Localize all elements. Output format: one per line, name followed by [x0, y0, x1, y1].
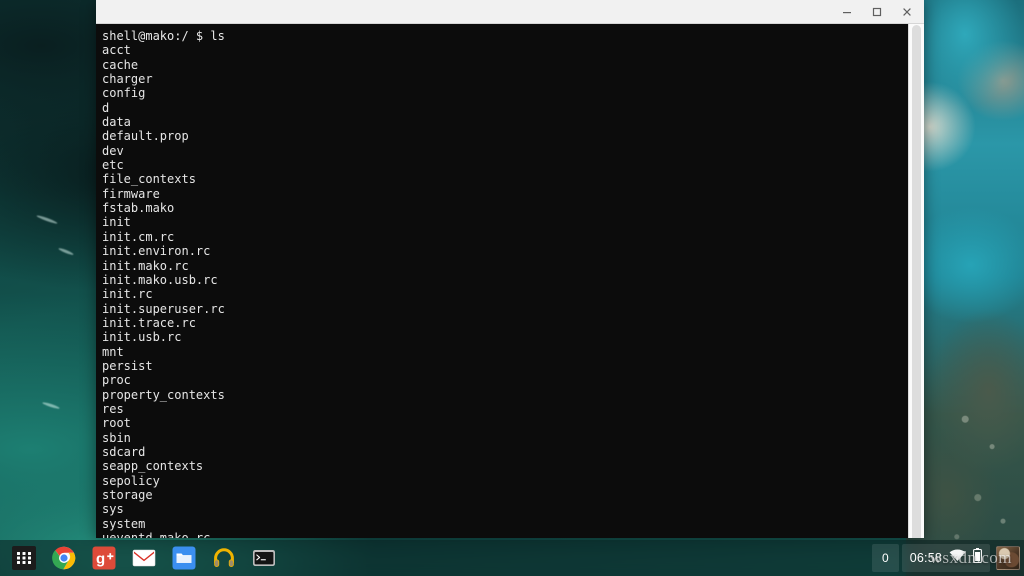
terminal-line: cache: [102, 58, 908, 72]
status-area[interactable]: 0 06:58: [872, 540, 1024, 576]
maximize-icon: [871, 6, 883, 18]
terminal-scrollbar-thumb[interactable]: [912, 25, 921, 538]
terminal-output[interactable]: shell@mako:/ $ lsacctcachechargerconfigd…: [96, 24, 908, 538]
terminal-line: init.usb.rc: [102, 330, 908, 344]
shelf-item-files[interactable]: [164, 540, 204, 576]
terminal-window[interactable]: shell@mako:/ $ lsacctcachechargerconfigd…: [96, 0, 924, 538]
status-tray[interactable]: 06:58: [902, 544, 990, 572]
shelf-item-terminal[interactable]: [244, 540, 284, 576]
battery-icon: [973, 548, 982, 568]
terminal-line: ueventd.mako.rc: [102, 531, 908, 538]
terminal-line: init.environ.rc: [102, 244, 908, 258]
terminal-line: firmware: [102, 187, 908, 201]
chrome-icon: [52, 546, 76, 570]
terminal-line: acct: [102, 43, 908, 57]
shelf-item-launcher[interactable]: [4, 540, 44, 576]
terminal-line: fstab.mako: [102, 201, 908, 215]
files-icon: [172, 546, 196, 570]
close-icon: [901, 6, 913, 18]
terminal-line: storage: [102, 488, 908, 502]
terminal-line: persist: [102, 359, 908, 373]
terminal-line: property_contexts: [102, 388, 908, 402]
terminal-line: seapp_contexts: [102, 459, 908, 473]
terminal-line: d: [102, 101, 908, 115]
ime-indicator[interactable]: 0: [872, 544, 899, 572]
terminal-line: sdcard: [102, 445, 908, 459]
terminal-line: sys: [102, 502, 908, 516]
terminal-line: root: [102, 416, 908, 430]
terminal-line: mnt: [102, 345, 908, 359]
clock: 06:58: [910, 551, 942, 565]
terminal-line: charger: [102, 72, 908, 86]
desktop[interactable]: shell@mako:/ $ lsacctcachechargerconfigd…: [0, 0, 1024, 576]
terminal-line: etc: [102, 158, 908, 172]
terminal-line: init.cm.rc: [102, 230, 908, 244]
minimize-button[interactable]: [832, 0, 862, 23]
svg-text:g: g: [96, 551, 105, 568]
terminal-line: proc: [102, 373, 908, 387]
shelf-item-chrome[interactable]: [44, 540, 84, 576]
terminal-line: default.prop: [102, 129, 908, 143]
terminal-line: sepolicy: [102, 474, 908, 488]
terminal-line: init.mako.rc: [102, 259, 908, 273]
maximize-button[interactable]: [862, 0, 892, 23]
play-music-icon: [212, 546, 236, 570]
shelf-item-play-music[interactable]: [204, 540, 244, 576]
terminal-line: config: [102, 86, 908, 100]
terminal-line: res: [102, 402, 908, 416]
terminal-scrollbar[interactable]: [908, 24, 924, 538]
shelf-app-list[interactable]: g: [0, 540, 284, 576]
terminal-line: dev: [102, 144, 908, 158]
terminal-icon: [252, 546, 276, 570]
terminal-line: sbin: [102, 431, 908, 445]
terminal-line: data: [102, 115, 908, 129]
terminal-line: file_contexts: [102, 172, 908, 186]
google-plus-icon: g: [92, 546, 116, 570]
shelf-item-gmail[interactable]: [124, 540, 164, 576]
terminal-line: init.superuser.rc: [102, 302, 908, 316]
wifi-icon: [949, 549, 966, 567]
terminal-line: init.mako.usb.rc: [102, 273, 908, 287]
terminal-line: init.trace.rc: [102, 316, 908, 330]
terminal-prompt-line: shell@mako:/ $ ls: [102, 29, 908, 43]
avatar[interactable]: [996, 546, 1020, 570]
shelf-item-google-plus[interactable]: g: [84, 540, 124, 576]
window-title-bar[interactable]: [96, 0, 924, 24]
gmail-icon: [132, 546, 156, 570]
terminal-line: system: [102, 517, 908, 531]
terminal-line: init: [102, 215, 908, 229]
app-launcher-icon: [12, 546, 36, 570]
minimize-icon: [841, 6, 853, 18]
shelf[interactable]: g: [0, 540, 1024, 576]
terminal-body[interactable]: shell@mako:/ $ lsacctcachechargerconfigd…: [96, 24, 924, 538]
close-button[interactable]: [892, 0, 922, 23]
terminal-line: init.rc: [102, 287, 908, 301]
